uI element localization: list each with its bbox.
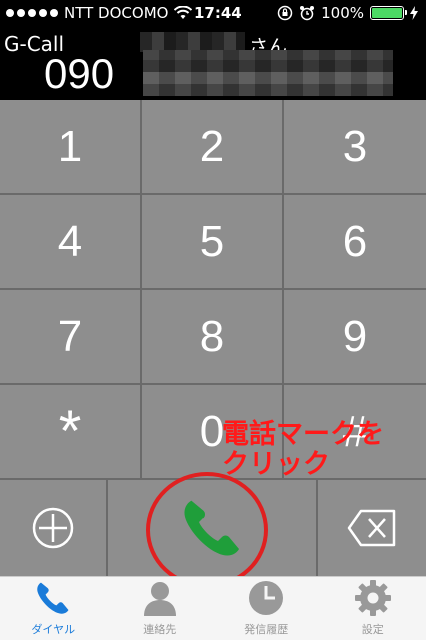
carrier-name: NTT DOCOMO	[64, 4, 169, 22]
tab-contacts[interactable]: 連絡先	[107, 577, 214, 640]
person-icon	[143, 582, 176, 616]
key-4[interactable]: 4	[0, 195, 142, 290]
backspace-button[interactable]	[318, 480, 426, 576]
tab-bar: ダイヤル 連絡先 発信履歴 設定	[0, 576, 426, 640]
key-6[interactable]: 6	[284, 195, 426, 290]
status-right: 100%	[277, 4, 418, 22]
redacted-name	[140, 32, 245, 52]
tab-label: 発信履歴	[244, 623, 289, 636]
charging-icon	[410, 6, 418, 20]
key-7[interactable]: 7	[0, 290, 142, 385]
tab-settings[interactable]: 設定	[320, 577, 426, 640]
battery-icon	[370, 6, 407, 20]
key-3[interactable]: 3	[284, 100, 426, 195]
gear-icon	[354, 580, 391, 616]
rotation-lock-icon	[277, 5, 293, 21]
caller-header: G-Call さん 090	[0, 28, 426, 100]
annotation-circle	[146, 472, 268, 588]
status-time: 17:44	[194, 4, 242, 22]
key-9[interactable]: 9	[284, 290, 426, 385]
tab-label: ダイヤル	[31, 623, 76, 636]
key-star[interactable]: *	[0, 385, 142, 480]
tab-label: 設定	[361, 623, 384, 636]
tab-label: 連絡先	[143, 623, 177, 636]
battery-percent: 100%	[321, 4, 364, 22]
phone-number: 090	[44, 50, 115, 97]
key-1[interactable]: 1	[0, 100, 142, 195]
tab-dial[interactable]: ダイヤル	[0, 577, 107, 640]
status-bar: NTT DOCOMO 17:44 100%	[0, 0, 426, 28]
key-5[interactable]: 5	[142, 195, 284, 290]
clock-icon	[249, 581, 284, 615]
annotation-text: 電話マークを クリック	[222, 419, 384, 480]
add-circle-icon	[32, 507, 74, 549]
key-2[interactable]: 2	[142, 100, 284, 195]
key-8[interactable]: 8	[142, 290, 284, 385]
signal-strength-icon	[6, 9, 58, 17]
tab-call-history[interactable]: 発信履歴	[213, 577, 320, 640]
alarm-icon	[300, 6, 315, 21]
redacted-number	[143, 50, 393, 96]
add-contact-button[interactable]	[0, 480, 108, 576]
phone-icon	[37, 582, 69, 614]
backspace-icon	[347, 509, 396, 547]
status-left: NTT DOCOMO	[6, 4, 193, 22]
wifi-icon	[174, 6, 193, 19]
